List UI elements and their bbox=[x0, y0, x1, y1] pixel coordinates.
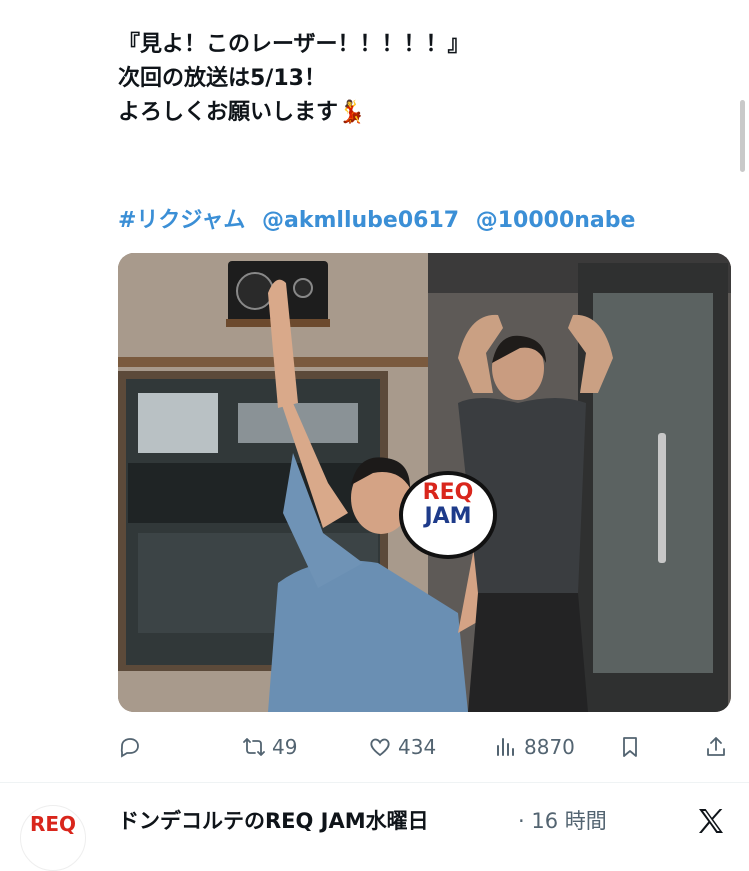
views-count: 8870 bbox=[524, 735, 575, 759]
retweet-button[interactable]: 49 bbox=[242, 730, 297, 764]
x-logo-icon[interactable] bbox=[695, 805, 727, 837]
bookmark-icon bbox=[623, 737, 637, 757]
sign-text-bottom: JAM bbox=[424, 504, 472, 529]
tweet-tags: #リクジャム @akmllube0617 @10000nabe bbox=[118, 202, 644, 234]
tweet-photo[interactable]: REQ JAM bbox=[118, 253, 731, 712]
like-count: 434 bbox=[398, 735, 437, 759]
share-icon bbox=[707, 737, 725, 756]
tweet-line: 『見よ！このレーザー！！！！！』 bbox=[118, 32, 470, 57]
bookmark-button[interactable] bbox=[618, 730, 642, 764]
hashtag-link[interactable]: #リクジャム bbox=[118, 208, 245, 233]
views-icon bbox=[497, 738, 514, 756]
sign-text-top: REQ bbox=[422, 480, 474, 505]
retweet-count: 49 bbox=[272, 735, 298, 759]
views-button[interactable]: 8870 bbox=[494, 730, 575, 764]
mention-link[interactable]: @akmllube0617 bbox=[262, 208, 459, 233]
share-button[interactable] bbox=[704, 730, 728, 764]
tweet-timestamp[interactable]: · 16 時間 bbox=[518, 805, 607, 835]
sign-text: REQ JAM bbox=[410, 481, 486, 529]
avatar[interactable]: REQ bbox=[20, 805, 86, 871]
tweet-line: よろしくお願いします💃 bbox=[118, 100, 366, 125]
reply-icon bbox=[120, 738, 139, 758]
author-name[interactable]: ドンデコルテのREQ JAM水曜日 bbox=[118, 805, 429, 835]
retweet-icon bbox=[243, 738, 265, 756]
tweet-text: 『見よ！このレーザー！！！！！』 次回の放送は5/13！ よろしくお願いします💃 bbox=[118, 28, 718, 130]
avatar-logo-text: REQ bbox=[29, 812, 77, 836]
tweet-line: 次回の放送は5/13！ bbox=[118, 66, 326, 91]
reply-button[interactable] bbox=[118, 730, 148, 764]
heart-icon bbox=[370, 738, 390, 757]
mention-link[interactable]: @10000nabe bbox=[476, 208, 636, 233]
scrollbar[interactable] bbox=[740, 100, 745, 172]
like-button[interactable]: 434 bbox=[368, 730, 436, 764]
tweet-actions: 49 434 8870 bbox=[118, 730, 731, 764]
next-tweet[interactable]: REQ ドンデコルテのREQ JAM水曜日 · 16 時間 bbox=[0, 783, 749, 871]
